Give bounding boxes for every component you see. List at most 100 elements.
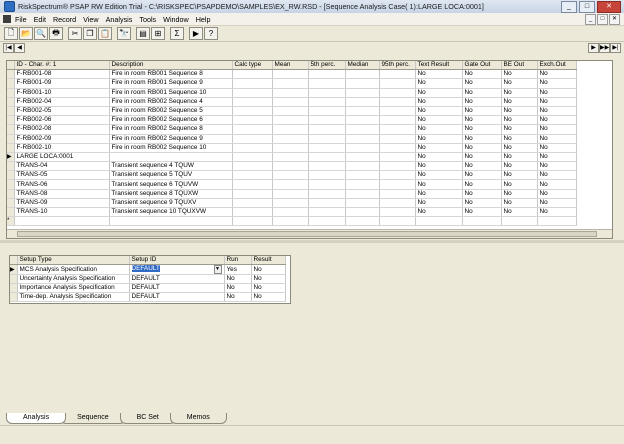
cell-exch-out[interactable]: No (537, 170, 577, 181)
cell-gate-out[interactable]: No (462, 170, 502, 181)
cell-5th-perc[interactable] (308, 152, 346, 163)
cell-5th-perc[interactable] (308, 198, 346, 209)
cell-5th-perc[interactable] (308, 97, 346, 107)
table-row[interactable]: F-RB001-08 Fire in room RB001 Sequence 8 N… (7, 69, 577, 80)
next-page-button[interactable]: ▶▶ (599, 43, 610, 53)
menu-file[interactable]: File (15, 15, 27, 24)
cell-95th-perc[interactable] (379, 152, 416, 163)
cell-median[interactable] (345, 115, 380, 126)
row-selector[interactable] (10, 283, 18, 293)
cell-gate-out[interactable]: No (462, 115, 502, 126)
cell-text-result[interactable]: No (415, 189, 463, 199)
run-icon[interactable]: ▶ (189, 27, 203, 40)
cell-result[interactable]: No (251, 283, 286, 293)
cell-mean[interactable] (272, 106, 309, 117)
cell-text-result[interactable]: No (415, 88, 463, 98)
cell-exch-out[interactable]: No (537, 88, 577, 98)
cell-median[interactable] (345, 152, 380, 163)
print-preview-icon[interactable]: 🔍 (34, 27, 48, 40)
cell-mean[interactable] (272, 207, 309, 218)
cell-calc-type[interactable] (232, 106, 273, 117)
cell-median[interactable] (345, 170, 380, 181)
column-header-setup-type[interactable]: Setup Type (17, 256, 130, 265)
table-row[interactable]: TRANS-10 Transient sequence 10 TQUXVW No No… (7, 207, 577, 218)
cell-setup-id[interactable]: DEFAULT (129, 283, 225, 293)
cell-exch-out[interactable]: No (537, 69, 577, 80)
tab-sequence[interactable]: Sequence (60, 413, 126, 424)
cell-text-result[interactable]: No (415, 69, 463, 80)
table-row[interactable]: F-RB001-09 Fire in room RB001 Sequence 9 N… (7, 78, 577, 89)
filter-icon[interactable]: Σ (170, 27, 184, 40)
cell-calc-type[interactable] (232, 161, 273, 172)
cell-gate-out[interactable]: No (462, 97, 502, 107)
cell-5th-perc[interactable] (308, 207, 346, 218)
cell-be-out[interactable]: No (501, 124, 538, 135)
cell-5th-perc[interactable] (308, 170, 346, 181)
new-row-cell[interactable] (501, 216, 538, 227)
new-row-cell[interactable] (232, 216, 273, 227)
row-selector[interactable] (7, 198, 15, 209)
cell-id[interactable]: TRANS-04 (14, 161, 110, 172)
cell-text-result[interactable]: No (415, 179, 463, 190)
cell-gate-out[interactable]: No (462, 207, 502, 218)
cell-5th-perc[interactable] (308, 143, 346, 153)
cell-be-out[interactable]: No (501, 69, 538, 80)
cell-95th-perc[interactable] (379, 115, 416, 126)
cell-5th-perc[interactable] (308, 161, 346, 172)
mdi-restore-button[interactable]: □ (597, 14, 608, 25)
new-row[interactable]: * (7, 216, 577, 227)
cell-95th-perc[interactable] (379, 143, 416, 153)
table-row[interactable]: F-RB002-05 Fire in room RB002 Sequence 5 N… (7, 106, 577, 117)
cell-description[interactable]: Fire in room RB001 Sequence 9 (109, 78, 233, 89)
cell-median[interactable] (345, 69, 380, 80)
cell-id[interactable]: F-RB002-09 (14, 134, 110, 144)
cell-calc-type[interactable] (232, 97, 273, 107)
cell-calc-type[interactable] (232, 179, 273, 190)
cell-5th-perc[interactable] (308, 115, 346, 126)
cell-be-out[interactable]: No (501, 198, 538, 209)
cut-icon[interactable]: ✂ (68, 27, 82, 40)
cell-gate-out[interactable]: No (462, 134, 502, 144)
row-selector[interactable] (10, 292, 18, 302)
cell-description[interactable]: Transient sequence 9 TQUXV (109, 198, 233, 209)
cell-text-result[interactable]: No (415, 106, 463, 117)
cell-gate-out[interactable]: No (462, 161, 502, 172)
cell-mean[interactable] (272, 88, 309, 98)
table-row[interactable]: F-RB002-04 Fire in room RB002 Sequence 4 N… (7, 97, 577, 107)
cell-mean[interactable] (272, 115, 309, 126)
cell-exch-out[interactable]: No (537, 78, 577, 89)
row-selector[interactable] (7, 78, 15, 89)
new-icon[interactable]: 🗋 (4, 27, 18, 40)
cell-be-out[interactable]: No (501, 152, 538, 163)
tab-analysis[interactable]: Analysis (6, 413, 67, 424)
cell-text-result[interactable]: No (415, 161, 463, 172)
cell-be-out[interactable]: No (501, 88, 538, 98)
pane-splitter[interactable] (0, 240, 624, 243)
column-header-gate-out[interactable]: Gate Out (462, 61, 502, 71)
cell-mean[interactable] (272, 124, 309, 135)
menu-analysis[interactable]: Analysis (106, 15, 133, 24)
cell-95th-perc[interactable] (379, 134, 416, 144)
table-row[interactable]: F-RB002-09 Fire in room RB002 Sequence 9 N… (7, 134, 577, 144)
table-row[interactable]: F-RB002-06 Fire in room RB002 Sequence 6 N… (7, 115, 577, 126)
menu-view[interactable]: View (83, 15, 98, 24)
cell-be-out[interactable]: No (501, 115, 538, 126)
minimize-button[interactable]: _ (561, 1, 577, 13)
cell-be-out[interactable]: No (501, 143, 538, 153)
cell-gate-out[interactable]: No (462, 69, 502, 80)
first-record-button[interactable]: |◀ (3, 43, 14, 53)
cell-setup-id[interactable]: DEFAULT ▼ (129, 264, 225, 275)
open-icon[interactable]: 📂 (19, 27, 33, 40)
cell-text-result[interactable]: No (415, 134, 463, 144)
horizontal-scrollbar[interactable] (7, 229, 612, 238)
cell-median[interactable] (345, 207, 380, 218)
cell-median[interactable] (345, 106, 380, 117)
cell-exch-out[interactable]: No (537, 134, 577, 144)
cell-mean[interactable] (272, 189, 309, 199)
setup-row[interactable]: Uncertainty Analysis Specification DEFAUL… (10, 274, 286, 284)
cell-description[interactable]: Transient sequence 8 TQUXW (109, 189, 233, 199)
column-header-description[interactable]: Description (109, 61, 233, 71)
close-button[interactable]: ✕ (597, 1, 621, 13)
cell-median[interactable] (345, 161, 380, 172)
column-header-calc-type[interactable]: Calc type (232, 61, 273, 71)
